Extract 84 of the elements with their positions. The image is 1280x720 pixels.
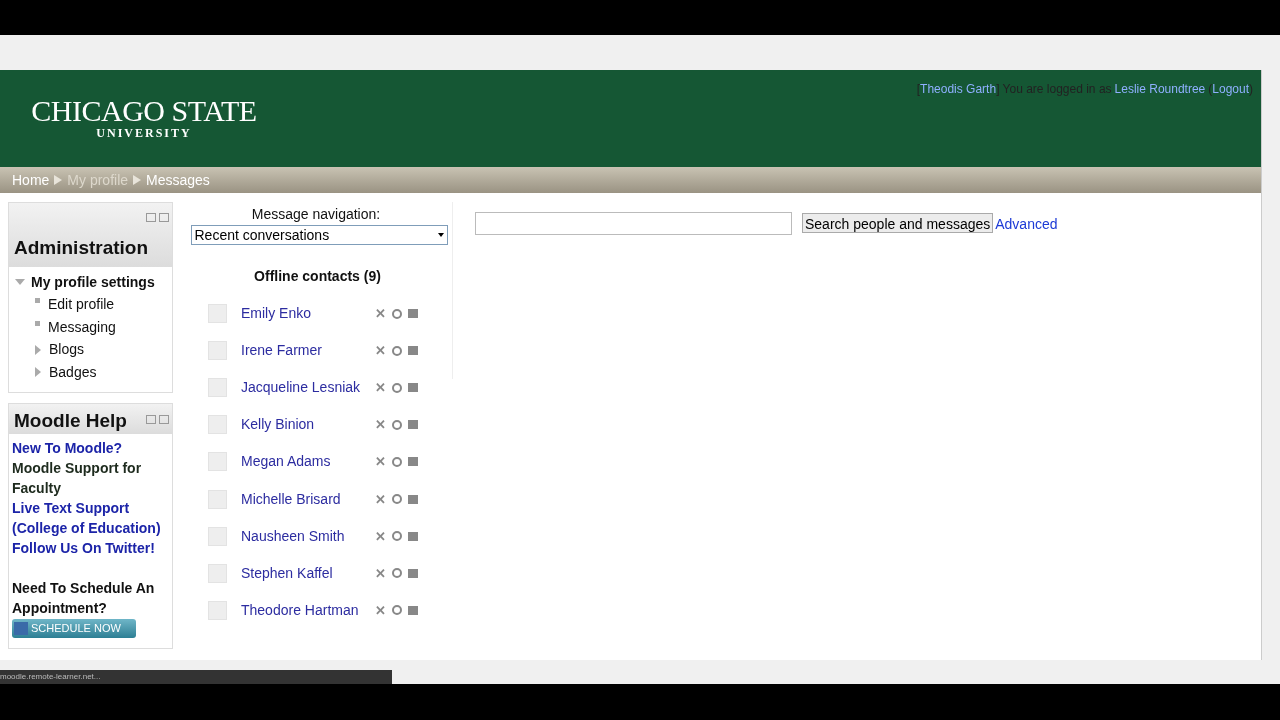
block-title: Moodle Help	[14, 408, 127, 433]
contact-link[interactable]: Jacqueline Lesniak	[241, 377, 375, 399]
remove-icon[interactable]: ✕	[375, 566, 388, 580]
avatar-icon	[208, 415, 227, 435]
block-icon[interactable]	[392, 605, 402, 616]
block-icon[interactable]	[392, 456, 402, 467]
bullet-icon	[35, 320, 40, 326]
field-label: Message navigation:	[251, 205, 381, 224]
nav-link[interactable]: Edit profile	[48, 294, 115, 316]
nav-link[interactable]: My profile settings	[31, 271, 155, 293]
minimize-icon[interactable]	[146, 213, 156, 222]
help-link[interactable]: New To Moodle?	[12, 437, 169, 458]
message-icon[interactable]	[408, 420, 418, 430]
search-field[interactable]	[475, 212, 792, 235]
dock-icon[interactable]	[159, 213, 169, 222]
logo-subtitle: UNIVERSITY	[96, 126, 192, 140]
contact-link[interactable]: Megan Adams	[241, 451, 375, 473]
minimize-icon[interactable]	[146, 414, 156, 424]
bracket-text: (	[1208, 81, 1213, 98]
message-icon[interactable]	[408, 568, 418, 578]
logout-link[interactable]: Logout	[1212, 80, 1249, 167]
block-icon[interactable]	[392, 345, 402, 356]
user-link[interactable]: Leslie Roundtree	[1114, 80, 1206, 167]
block-icon[interactable]	[392, 494, 402, 504]
search-button[interactable]: Search people and messages	[802, 213, 994, 233]
remove-icon[interactable]: ✕	[375, 492, 388, 506]
nav-link[interactable]: Messaging	[48, 316, 116, 338]
dock-icon[interactable]	[159, 414, 169, 424]
help-link[interactable]: Follow Us On Twitter!	[12, 537, 169, 558]
collapsed-icon[interactable]	[35, 344, 41, 355]
caret-icon	[437, 233, 444, 237]
bullet-icon	[35, 298, 40, 304]
message-icon[interactable]	[408, 457, 418, 467]
block-icon[interactable]	[392, 308, 402, 319]
contact-link[interactable]: Stephen Kaffel	[241, 562, 375, 584]
navigation-dropdown[interactable]: Recent conversations	[190, 225, 448, 245]
remove-icon[interactable]: ✕	[375, 307, 388, 321]
contact-link[interactable]: Irene Farmer	[241, 340, 375, 362]
message-icon[interactable]	[408, 531, 418, 541]
nav-link[interactable]: Badges	[49, 361, 97, 383]
contacts-heading: Offline contacts (9)	[253, 267, 382, 286]
message-icon[interactable]	[408, 605, 418, 615]
message-icon[interactable]	[408, 494, 418, 504]
block-icon[interactable]	[392, 419, 402, 430]
avatar-icon	[208, 378, 227, 398]
help-link[interactable]: Live Text Support (College of Education)	[12, 497, 169, 538]
avatar-icon	[208, 304, 227, 324]
bracket-text: [	[916, 81, 921, 98]
expanded-icon[interactable]	[15, 279, 25, 286]
avatar-icon	[208, 600, 227, 620]
logo-title: CHICAGO STATE	[31, 96, 257, 126]
remove-icon[interactable]: ✕	[375, 529, 388, 543]
message-icon[interactable]	[408, 383, 418, 393]
bracket-text: )	[1249, 81, 1253, 98]
advanced-link[interactable]: Advanced	[995, 214, 1058, 235]
contact-link[interactable]: Michelle Brisard	[241, 488, 375, 510]
help-text: Moodle Support for Faculty	[12, 458, 143, 498]
separator-icon	[54, 175, 63, 185]
remove-icon[interactable]: ✕	[375, 381, 388, 395]
block-icon[interactable]	[392, 531, 402, 542]
avatar-icon	[208, 526, 227, 546]
status-url: moodle.remote-learner.net...	[0, 670, 392, 684]
message-icon[interactable]	[408, 346, 418, 356]
block-icon[interactable]	[392, 568, 402, 579]
block-icon[interactable]	[392, 382, 402, 393]
contact-link[interactable]: Theodore Hartman	[241, 599, 375, 621]
contact-link[interactable]: Kelly Binion	[241, 414, 375, 436]
message-icon[interactable]	[408, 309, 418, 319]
remove-icon[interactable]: ✕	[375, 455, 388, 469]
block-title: Administration	[14, 235, 149, 260]
contact-link[interactable]: Emily Enko	[241, 303, 375, 325]
remove-icon[interactable]: ✕	[375, 344, 388, 358]
avatar-icon	[208, 341, 227, 361]
collapsed-icon[interactable]	[35, 367, 41, 378]
nav-link[interactable]: Blogs	[49, 339, 85, 361]
avatar-icon	[208, 452, 227, 472]
contact-link[interactable]: Nausheen Smith	[241, 525, 375, 547]
remove-icon[interactable]: ✕	[375, 603, 388, 617]
help-text: Need To Schedule An Appointment?	[12, 578, 156, 618]
remove-icon[interactable]: ✕	[375, 418, 388, 432]
calendar-icon	[14, 621, 28, 635]
avatar-icon	[208, 489, 227, 509]
avatar-icon	[208, 563, 227, 583]
separator-icon	[133, 175, 142, 185]
